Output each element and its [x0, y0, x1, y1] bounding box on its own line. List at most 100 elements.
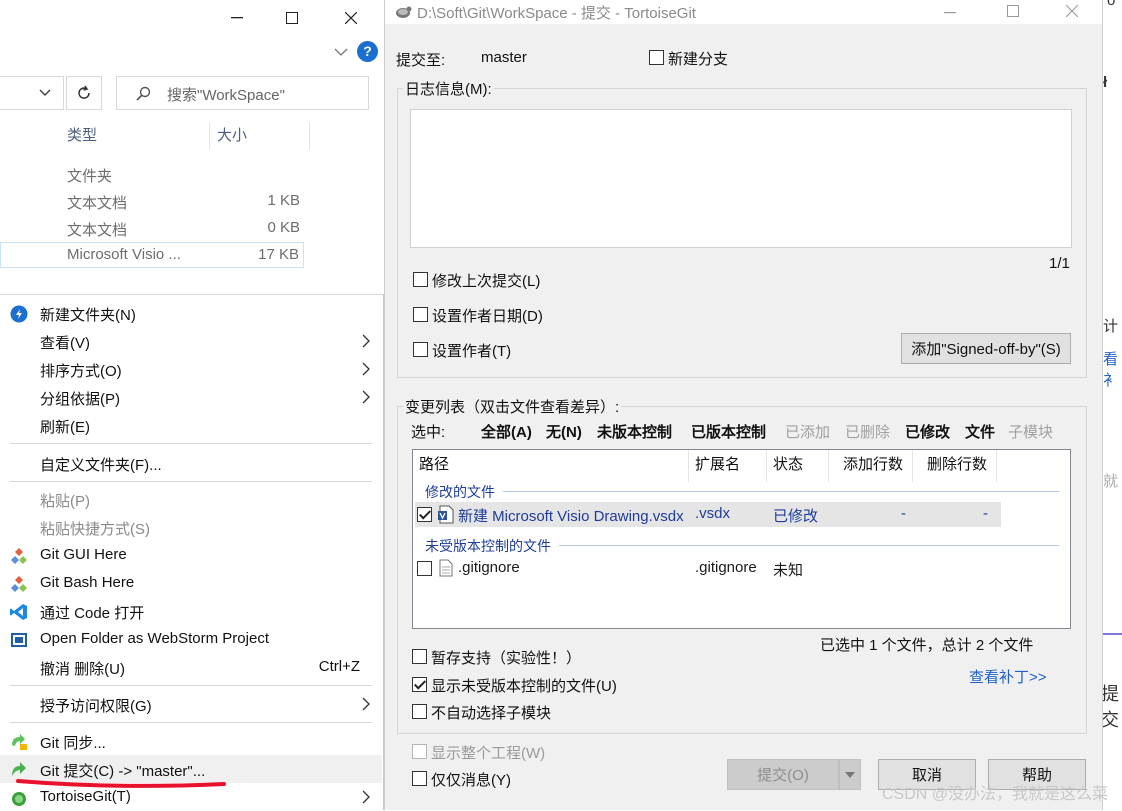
- minimize-button[interactable]: [208, 0, 266, 36]
- file-type: Microsoft Visio ...: [67, 246, 181, 263]
- menu-item-label: 授予访问权限(G): [40, 698, 152, 715]
- search-input[interactable]: 搜索"WorkSpace": [167, 84, 285, 105]
- menu-item-label: 粘贴快捷方式(S): [40, 521, 150, 538]
- view-patch-link[interactable]: 查看补丁>>: [969, 666, 1047, 687]
- column-header-ext[interactable]: 扩展名: [689, 450, 767, 482]
- file-row-selected[interactable]: Microsoft Visio ... 17 KB: [0, 242, 304, 268]
- dialog-minimize-button[interactable]: [925, 0, 975, 24]
- file-row[interactable]: 文本文档 0 KB: [0, 215, 384, 241]
- webstorm-icon: [11, 633, 27, 647]
- menu-item-refresh[interactable]: 刷新(E): [0, 411, 382, 439]
- filter-modified-link[interactable]: 已修改: [905, 421, 950, 442]
- sliver-text: ł: [1103, 74, 1108, 91]
- search-box[interactable]: 搜索"WorkSpace": [116, 76, 369, 110]
- file-row[interactable]: 文件夹: [0, 161, 384, 187]
- dialog-maximize-button[interactable]: [988, 0, 1038, 24]
- table-row[interactable]: 新建 Microsoft Visio Drawing.vsdx .vsdx 已修…: [415, 502, 1001, 527]
- dialog-title-bar[interactable]: D:\Soft\Git\WorkSpace - 提交 - TortoiseGit: [385, 0, 1102, 24]
- menu-item-label: Git 同步...: [40, 735, 106, 752]
- filter-versioned-link[interactable]: 已版本控制: [691, 421, 766, 442]
- table-row[interactable]: .gitignore .gitignore 未知: [415, 556, 1001, 581]
- minimize-icon: [944, 12, 956, 14]
- menu-item-paste: 粘贴(P): [0, 485, 382, 513]
- sliver-text: 看衤: [1103, 351, 1119, 389]
- column-divider[interactable]: [309, 122, 310, 150]
- column-header-path[interactable]: 路径: [413, 450, 689, 482]
- sliver-divider: [1103, 633, 1122, 635]
- commit-button[interactable]: 提交(O): [727, 759, 839, 790]
- file-row-checkbox[interactable]: [417, 561, 432, 576]
- no-auto-submodule-checkbox[interactable]: [412, 704, 427, 719]
- address-bar[interactable]: [0, 76, 64, 110]
- log-message-input[interactable]: [410, 109, 1072, 248]
- set-author-checkbox[interactable]: [413, 342, 428, 357]
- menu-item-open-with-code[interactable]: 通过 Code 打开: [0, 597, 382, 625]
- changes-list[interactable]: 路径 扩展名 状态 添加行数 删除行数 修改的文件 新建 Microsoft V…: [412, 449, 1071, 629]
- background-window-sliver: o ł 计 看衤 就 提交: [1102, 0, 1122, 810]
- new-branch-checkbox[interactable]: [649, 50, 664, 65]
- menu-item-label: 查看(V): [40, 335, 90, 352]
- menu-item-git-gui[interactable]: Git GUI Here: [0, 541, 382, 569]
- author-date-checkbox[interactable]: [413, 307, 428, 322]
- stash-label: 暂存支持（实验性！）: [431, 650, 582, 667]
- close-icon: [345, 12, 357, 24]
- column-header-size[interactable]: 大小: [217, 124, 247, 145]
- signed-off-by-button[interactable]: 添加"Signed-off-by"(S): [901, 333, 1071, 364]
- dialog-close-button[interactable]: [1047, 0, 1097, 24]
- column-header-added-lines[interactable]: 添加行数: [829, 450, 913, 482]
- file-type: 文本文档: [67, 195, 128, 212]
- column-header-deleted-lines[interactable]: 删除行数: [913, 450, 997, 482]
- tortoisegit-icon: [12, 792, 26, 806]
- ribbon-expand-button[interactable]: [334, 44, 348, 61]
- menu-item-tortoisegit[interactable]: TortoiseGit(T): [0, 783, 382, 811]
- menu-item-view[interactable]: 查看(V): [0, 327, 382, 355]
- maximize-button[interactable]: [263, 0, 321, 36]
- menu-item-new-folder[interactable]: 新建文件夹(N): [0, 299, 382, 327]
- stash-checkbox[interactable]: [412, 649, 427, 664]
- menu-item-undo-delete[interactable]: 撤消 删除(U) Ctrl+Z: [0, 653, 382, 681]
- log-message-label: 日志信息(M):: [403, 78, 494, 99]
- chevron-down-icon: [39, 89, 51, 97]
- commit-dropdown-button[interactable]: [839, 759, 861, 790]
- file-type: 文件夹: [67, 168, 113, 185]
- file-row[interactable]: 文本文档 1 KB: [0, 188, 384, 214]
- group-title-unversioned: 未受版本控制的文件: [425, 538, 551, 554]
- filter-unversioned-link[interactable]: 未版本控制: [597, 421, 672, 442]
- file-path: .gitignore: [458, 559, 520, 576]
- column-divider[interactable]: [209, 122, 210, 150]
- show-unversioned-checkbox[interactable]: [412, 677, 427, 692]
- amend-checkbox[interactable]: [413, 272, 428, 287]
- help-button[interactable]: ?: [357, 41, 378, 62]
- menu-item-open-webstorm[interactable]: Open Folder as WebStorm Project: [0, 625, 382, 653]
- tortoisegit-icon: [396, 6, 412, 18]
- menu-item-sort-by[interactable]: 排序方式(O): [0, 355, 382, 383]
- menu-item-grant-access[interactable]: 授予访问权限(G): [0, 690, 382, 718]
- refresh-button[interactable]: [66, 76, 102, 110]
- message-only-checkbox[interactable]: [412, 771, 427, 786]
- filter-files-link[interactable]: 文件: [965, 421, 995, 442]
- vscode-icon: [10, 604, 27, 620]
- column-header-type[interactable]: 类型: [67, 124, 97, 145]
- git-gui-icon: [11, 548, 27, 564]
- filter-submodules-link[interactable]: 子模块: [1008, 421, 1053, 442]
- file-row-checkbox[interactable]: [417, 507, 432, 522]
- menu-item-git-sync[interactable]: Git 同步...: [0, 727, 382, 755]
- filter-none-link[interactable]: 无(N): [546, 421, 582, 442]
- group-title-modified: 修改的文件: [425, 484, 495, 500]
- menu-separator: [10, 481, 372, 482]
- filter-all-link[interactable]: 全部(A): [481, 421, 532, 442]
- file-ext: .vsdx: [695, 505, 731, 522]
- filter-added-link[interactable]: 已添加: [785, 421, 830, 442]
- page-counter: 1/1: [1049, 255, 1070, 272]
- menu-item-group-by[interactable]: 分组依据(P): [0, 383, 382, 411]
- file-path: 新建 Microsoft Visio Drawing.vsdx: [458, 508, 684, 525]
- search-icon: [136, 86, 151, 101]
- filter-deleted-link[interactable]: 已删除: [845, 421, 890, 442]
- selection-summary: 已选中 1 个文件，总计 2 个文件: [820, 637, 1034, 654]
- close-button[interactable]: [322, 0, 380, 36]
- refresh-icon: [78, 85, 90, 99]
- column-header-status[interactable]: 状态: [767, 450, 829, 482]
- menu-item-git-bash[interactable]: Git Bash Here: [0, 569, 382, 597]
- menu-separator: [10, 685, 372, 686]
- menu-item-customize-folder[interactable]: 自定义文件夹(F)...: [0, 449, 382, 477]
